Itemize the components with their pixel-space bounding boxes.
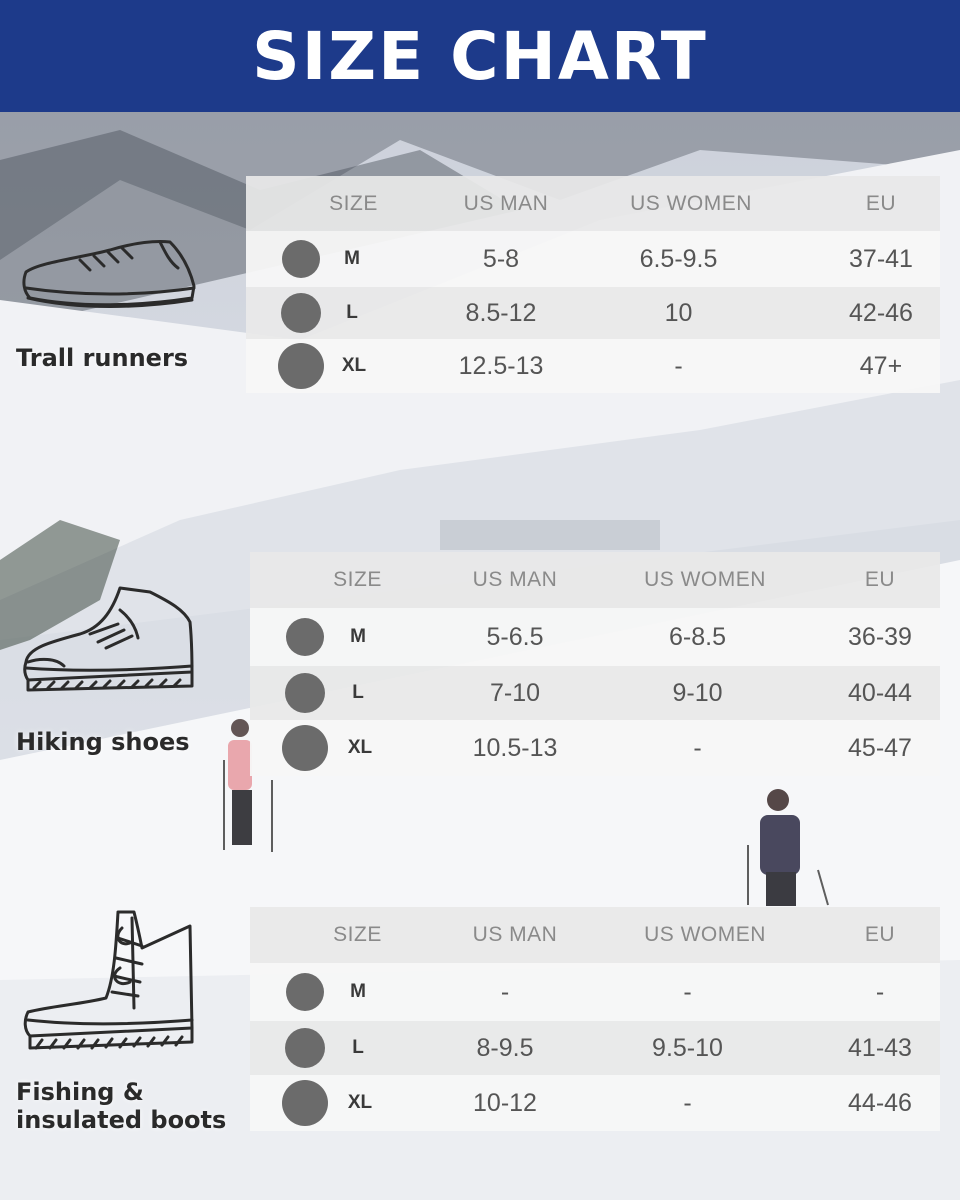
us-women-value: 9.5-10 bbox=[652, 1033, 723, 1062]
table-row: XL 10-12 - 44-46 bbox=[250, 1075, 940, 1131]
header-banner: SIZE CHART bbox=[0, 0, 960, 112]
us-women-value: 10 bbox=[664, 298, 693, 327]
eu-value: - bbox=[875, 977, 885, 1006]
column-header-us-women: US WOMEN bbox=[644, 923, 766, 946]
table-row: M 5-6.5 6-8.5 36-39 bbox=[250, 608, 940, 666]
size-code: L bbox=[352, 682, 364, 703]
column-header-size: SIZE bbox=[333, 923, 382, 946]
column-header-eu: EU bbox=[864, 568, 896, 591]
size-code: XL bbox=[341, 355, 367, 376]
size-code: M bbox=[344, 248, 360, 269]
size-dot-icon bbox=[286, 618, 324, 656]
us-man-value: 10.5-13 bbox=[472, 733, 558, 762]
eu-value: 36-39 bbox=[848, 622, 912, 651]
size-table: SIZE US MAN US WOMEN EU M - - - L 8-9.5 … bbox=[250, 907, 940, 1131]
size-code: L bbox=[346, 302, 358, 323]
us-man-value: 5-8 bbox=[482, 244, 520, 273]
size-dot-icon bbox=[285, 1028, 325, 1068]
us-women-value: - bbox=[674, 351, 683, 380]
us-man-value: 10-12 bbox=[473, 1088, 537, 1117]
us-man-value: 8.5-12 bbox=[465, 298, 537, 327]
size-dot-icon bbox=[282, 240, 320, 278]
section-label: Fishing & insulated boots bbox=[16, 1078, 227, 1134]
column-header-us-man: US MAN bbox=[472, 568, 558, 591]
insulated-boot-icon bbox=[23, 910, 194, 1050]
eu-value: 44-46 bbox=[848, 1088, 912, 1117]
us-women-value: - bbox=[683, 977, 692, 1006]
us-women-value: - bbox=[683, 1088, 692, 1117]
section-label: Trall runners bbox=[16, 344, 189, 372]
eu-value: 42-46 bbox=[849, 298, 913, 327]
trail-runner-shoe-icon bbox=[22, 240, 196, 308]
table-header-row: SIZE US MAN US WOMEN EU bbox=[250, 552, 940, 608]
us-man-value: - bbox=[500, 977, 510, 1006]
column-header-us-women: US WOMEN bbox=[630, 191, 752, 215]
us-man-value: 8-9.5 bbox=[476, 1033, 534, 1062]
size-table: SIZE US MAN US WOMEN EU M 5-8 6.5-9.5 37… bbox=[246, 176, 940, 393]
column-header-eu: EU bbox=[864, 923, 896, 946]
eu-value: 45-47 bbox=[848, 733, 912, 762]
size-code: M bbox=[350, 626, 366, 647]
column-header-us-women: US WOMEN bbox=[644, 568, 766, 591]
eu-value: 37-41 bbox=[849, 244, 913, 273]
size-dot-icon bbox=[281, 293, 321, 333]
us-man-value: 5-6.5 bbox=[486, 622, 544, 651]
size-dot-icon bbox=[282, 725, 328, 771]
table-row: L 7-10 9-10 40-44 bbox=[250, 666, 940, 720]
table-row: M - - - bbox=[250, 963, 940, 1021]
table-row: XL 12.5-13 - 47+ bbox=[246, 339, 940, 393]
eu-value: 40-44 bbox=[848, 678, 912, 707]
section-label: Hiking shoes bbox=[16, 728, 190, 756]
eu-value: 47+ bbox=[859, 351, 903, 380]
us-man-value: 7-10 bbox=[489, 678, 541, 707]
eu-value: 41-43 bbox=[848, 1033, 912, 1062]
table-header-row: SIZE US MAN US WOMEN EU bbox=[250, 907, 940, 963]
size-dot-icon bbox=[285, 673, 325, 713]
us-women-value: 6-8.5 bbox=[669, 622, 726, 651]
us-women-value: 6.5-9.5 bbox=[639, 244, 718, 273]
table-row: M 5-8 6.5-9.5 37-41 bbox=[246, 231, 940, 287]
page-title: SIZE CHART bbox=[252, 17, 708, 95]
size-dot-icon bbox=[278, 343, 324, 389]
size-code: L bbox=[352, 1037, 364, 1058]
size-code: XL bbox=[347, 737, 373, 758]
column-header-us-man: US MAN bbox=[463, 191, 549, 215]
table-header-row: SIZE US MAN US WOMEN EU bbox=[246, 176, 940, 231]
hiking-shoe-icon bbox=[23, 586, 194, 692]
column-header-size: SIZE bbox=[333, 568, 382, 591]
table-row: L 8-9.5 9.5-10 41-43 bbox=[250, 1021, 940, 1075]
table-row: XL 10.5-13 - 45-47 bbox=[250, 720, 940, 776]
us-women-value: - bbox=[693, 733, 702, 762]
table-row: L 8.5-12 10 42-46 bbox=[246, 287, 940, 339]
column-header-us-man: US MAN bbox=[472, 923, 558, 946]
us-women-value: 9-10 bbox=[672, 678, 723, 707]
size-dot-icon bbox=[286, 973, 324, 1011]
size-code: XL bbox=[347, 1092, 373, 1113]
column-header-size: SIZE bbox=[329, 191, 378, 215]
us-man-value: 12.5-13 bbox=[458, 351, 544, 380]
column-header-eu: EU bbox=[865, 191, 897, 215]
size-code: M bbox=[350, 981, 366, 1002]
size-table: SIZE US MAN US WOMEN EU M 5-6.5 6-8.5 36… bbox=[250, 552, 940, 776]
size-dot-icon bbox=[282, 1080, 328, 1126]
